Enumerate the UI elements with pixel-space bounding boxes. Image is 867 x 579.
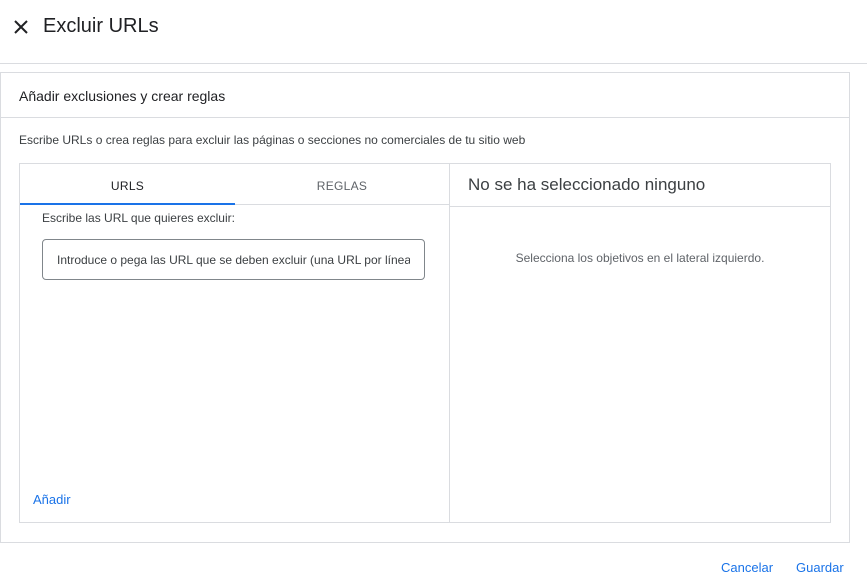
card-title: Añadir exclusiones y crear reglas — [19, 88, 226, 104]
tab-reglas[interactable]: REGLAS — [235, 164, 449, 204]
card-header: Añadir exclusiones y crear reglas — [1, 73, 849, 118]
close-icon[interactable] — [11, 17, 31, 37]
input-pane: URLS REGLAS Escribe las URL que quieres … — [20, 164, 450, 522]
add-button[interactable]: Añadir — [33, 492, 71, 507]
url-field-label: Escribe las URL que quieres excluir: — [42, 211, 235, 225]
selection-pane: No se ha seleccionado ninguno Selecciona… — [450, 164, 830, 522]
dialog-header: Excluir URLs — [0, 0, 867, 64]
cancel-button[interactable]: Cancelar — [721, 560, 773, 575]
selection-header: No se ha seleccionado ninguno — [450, 164, 830, 207]
empty-selection-message: Selecciona los objetivos en el lateral i… — [515, 251, 765, 265]
page-title: Excluir URLs — [43, 15, 159, 37]
exclusion-panel: URLS REGLAS Escribe las URL que quieres … — [19, 163, 831, 523]
exclusions-card: Añadir exclusiones y crear reglas Escrib… — [0, 72, 850, 543]
card-description: Escribe URLs o crea reglas para excluir … — [19, 133, 526, 147]
selection-title: No se ha seleccionado ninguno — [468, 175, 706, 194]
save-button[interactable]: Guardar — [796, 560, 844, 575]
tab-urls[interactable]: URLS — [20, 164, 235, 205]
url-input[interactable] — [42, 239, 425, 280]
close-button[interactable] — [11, 17, 31, 37]
tab-bar: URLS REGLAS — [20, 164, 449, 205]
